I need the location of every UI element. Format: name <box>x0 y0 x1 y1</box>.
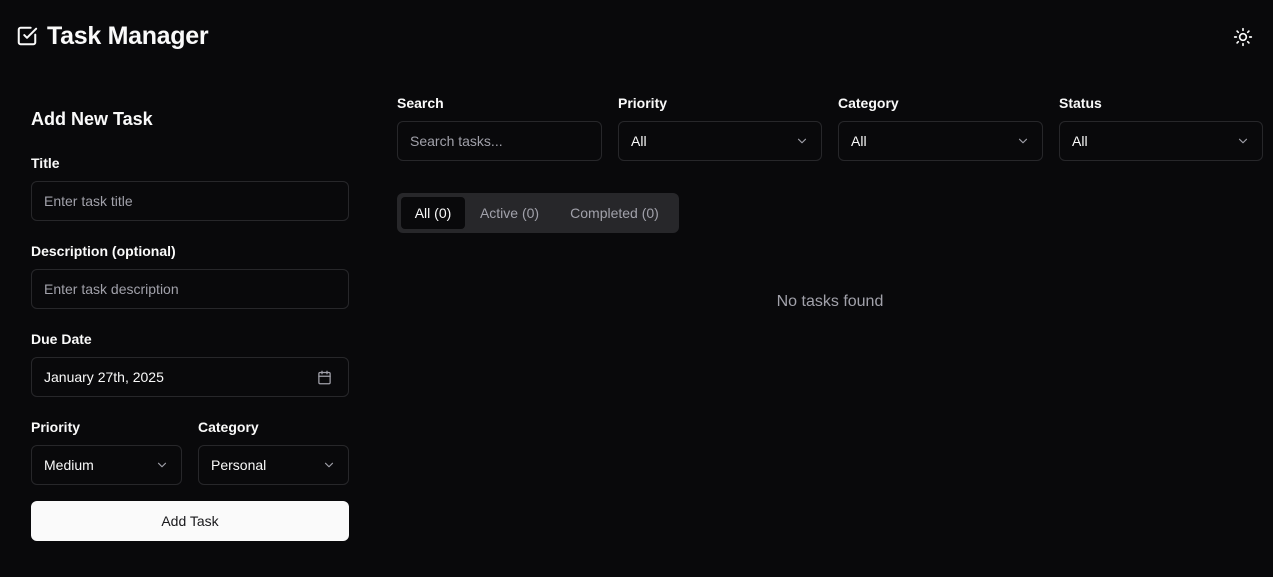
category-value: Personal <box>211 457 267 473</box>
category-label: Category <box>198 419 259 435</box>
calendar-icon <box>318 370 331 384</box>
due-date-picker[interactable]: January 27th, 2025 <box>31 357 349 397</box>
chevron-down-icon <box>797 138 807 144</box>
title-input[interactable] <box>31 181 349 221</box>
priority-label: Priority <box>31 419 81 435</box>
app-header: Task Manager <box>0 0 1273 72</box>
title-label: Title <box>31 155 60 171</box>
status-filter-label: Status <box>1059 95 1102 111</box>
due-date-value: January 27th, 2025 <box>44 369 164 385</box>
priority-select[interactable]: Medium <box>31 445 182 485</box>
priority-filter-value: All <box>631 133 647 149</box>
task-tabs: All (0) Active (0) Completed (0) <box>397 193 679 233</box>
category-select[interactable]: Personal <box>198 445 349 485</box>
status-filter-select[interactable]: All <box>1059 121 1263 161</box>
chevron-down-icon <box>1018 138 1028 144</box>
description-input[interactable] <box>31 269 349 309</box>
app-title: Task Manager <box>47 22 209 50</box>
square-check-icon <box>17 26 38 46</box>
chevron-down-icon <box>157 462 167 468</box>
chevron-down-icon <box>324 462 334 468</box>
category-filter-select[interactable]: All <box>838 121 1043 161</box>
chevron-down-icon <box>1238 138 1248 144</box>
search-label: Search <box>397 95 444 111</box>
theme-toggle-button[interactable] <box>1228 22 1258 52</box>
form-heading: Add New Task <box>31 109 153 129</box>
tab-completed[interactable]: Completed (0) <box>554 197 675 229</box>
empty-state-message: No tasks found <box>776 293 884 310</box>
task-manager-app: Task Manager Add New Task Title Descript… <box>0 0 1273 577</box>
search-input[interactable] <box>397 121 602 161</box>
status-filter-value: All <box>1072 133 1088 149</box>
due-date-label: Due Date <box>31 331 92 347</box>
priority-filter-select[interactable]: All <box>618 121 822 161</box>
add-task-button[interactable]: Add Task <box>31 501 349 541</box>
description-label: Description (optional) <box>31 243 176 259</box>
priority-value: Medium <box>44 457 94 473</box>
category-filter-value: All <box>851 133 867 149</box>
tab-active[interactable]: Active (0) <box>465 197 554 229</box>
filters-bar: Search Priority All Category All Status … <box>397 92 1263 162</box>
category-filter-label: Category <box>838 95 899 111</box>
priority-filter-label: Priority <box>618 95 668 111</box>
tab-all[interactable]: All (0) <box>401 197 465 229</box>
sun-icon <box>1233 27 1253 47</box>
